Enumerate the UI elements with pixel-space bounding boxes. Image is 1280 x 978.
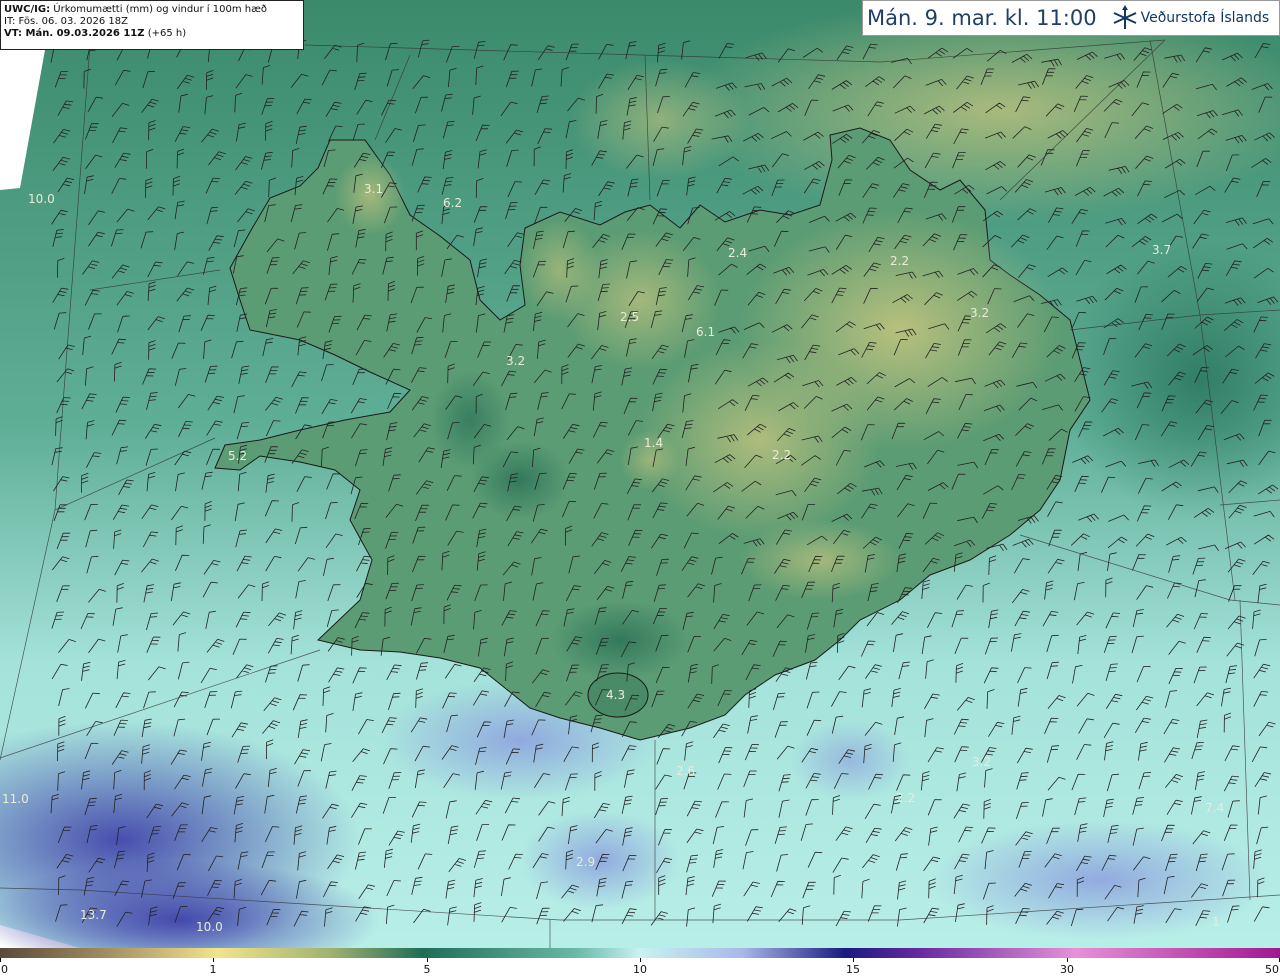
colorbar-tick: 50 — [1265, 963, 1279, 976]
value-label: 5.2 — [228, 449, 247, 463]
value-label: 2.5 — [620, 310, 639, 324]
value-label: 3.2 — [506, 354, 525, 368]
value-label: 2.2 — [896, 791, 915, 805]
colorbar-tick: 5 — [423, 963, 431, 976]
valid-time: VT: Mán. 09.03.2026 11Z (+65 h) — [4, 28, 300, 40]
weather-map: 10.0 3.1 6.2 3.7 2.4 2.2 2.5 6.1 3.2 3.2… — [0, 0, 1280, 948]
value-label: 3.2 — [970, 306, 989, 320]
value-label: 2.9 — [576, 855, 595, 869]
value-label: 1 — [1212, 915, 1220, 929]
precip-colorbar — [0, 948, 1280, 958]
value-label: 2.2 — [772, 448, 791, 462]
value-label: 1.4 — [644, 436, 663, 450]
value-label: 10.0 — [28, 192, 55, 206]
colorbar-tick: 1 — [209, 963, 217, 976]
value-label: 6.2 — [443, 196, 462, 210]
colorbar-tick: 10 — [633, 963, 647, 976]
field-title: UWC/IG: Úrkomumætti (mm) og vindur í 100… — [4, 4, 300, 16]
value-label: 2.6 — [676, 764, 695, 778]
value-label: 2.4 — [728, 246, 747, 260]
value-label: 3.1 — [364, 182, 383, 196]
value-label: 6.1 — [696, 325, 715, 339]
valid-time-label: VT: Mán. 09.03.2026 11Z — [4, 28, 145, 39]
brand-name: Veðurstofa Íslands — [1140, 10, 1270, 26]
value-label: 3.2 — [972, 755, 991, 769]
value-label: 11.0 — [2, 792, 29, 806]
forecast-info-box: UWC/IG: Úrkomumætti (mm) og vindur í 100… — [0, 0, 304, 50]
value-label: 3.7 — [1152, 243, 1171, 257]
colorbar-ticks: 0 1 5 10 15 30 50 — [0, 958, 1280, 978]
value-label: 4.3 — [606, 688, 625, 702]
snowflake-logo-icon — [1113, 5, 1137, 29]
value-label: 2.2 — [890, 254, 909, 268]
valid-time-title: Mán. 9. mar. kl. 11:00 Veðurstofa Ísland… — [862, 0, 1280, 36]
field-name: Úrkomumætti (mm) og vindur í 100m hæð — [53, 4, 268, 15]
init-time: IT: Fös. 06. 03. 2026 18Z — [4, 16, 128, 27]
colorbar-tick: 30 — [1060, 963, 1074, 976]
value-label: 13.7 — [80, 908, 107, 922]
valid-local-time: Mán. 9. mar. kl. 11:00 — [867, 6, 1097, 30]
colorbar-tick: 15 — [846, 963, 860, 976]
model-name: UWC/IG: — [4, 4, 51, 15]
lead-time: (+65 h) — [147, 28, 187, 39]
value-label: 10.0 — [196, 920, 223, 934]
value-label: 7.4 — [1205, 801, 1224, 815]
brand-logo: Veðurstofa Íslands — [1111, 5, 1270, 31]
colorbar-tick: 0 — [1, 963, 8, 976]
